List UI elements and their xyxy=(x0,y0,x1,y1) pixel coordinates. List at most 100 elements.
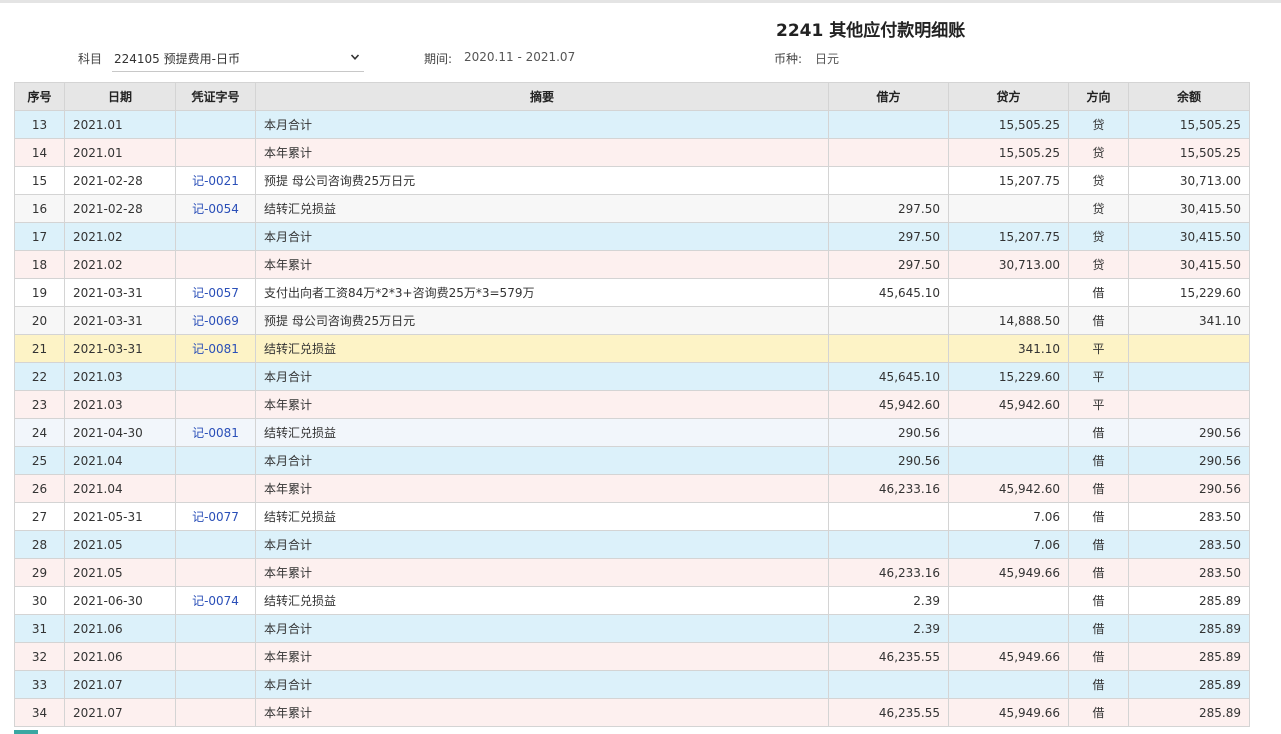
cell-balance: 15,229.60 xyxy=(1128,278,1250,307)
currency-label: 币种: xyxy=(774,52,803,66)
cell-date: 2021-03-31 xyxy=(64,278,176,307)
cell-balance xyxy=(1128,390,1250,419)
table-row[interactable]: 28 2021.05 本月合计 7.06 借 283.50 xyxy=(14,530,1250,559)
cell-credit: 45,949.66 xyxy=(948,642,1069,671)
cell-seq: 34 xyxy=(14,698,65,727)
header-direction[interactable]: 方向 xyxy=(1068,82,1129,111)
header-seq[interactable]: 序号 xyxy=(14,82,65,111)
table-row[interactable]: 23 2021.03 本年累计 45,942.60 45,942.60 平 xyxy=(14,390,1250,419)
header-date[interactable]: 日期 xyxy=(64,82,176,111)
cell-debit xyxy=(828,138,949,167)
cell-seq: 19 xyxy=(14,278,65,307)
cell-date: 2021-03-31 xyxy=(64,334,176,363)
cell-credit: 341.10 xyxy=(948,334,1069,363)
voucher-link xyxy=(175,474,256,503)
header-credit[interactable]: 贷方 xyxy=(948,82,1069,111)
ledger-body: 13 2021.01 本月合计 15,505.25 贷 15,505.25 14 2021.0… xyxy=(14,110,1250,727)
subject-select[interactable]: 224105 预提费用-日币 xyxy=(112,44,364,72)
cell-summary: 本年累计 xyxy=(255,698,829,727)
voucher-link xyxy=(175,250,256,279)
cell-date: 2021-03-31 xyxy=(64,306,176,335)
cell-debit xyxy=(828,670,949,699)
table-row[interactable]: 34 2021.07 本年累计 46,235.55 45,949.66 借 285.89 xyxy=(14,698,1250,727)
header-debit[interactable]: 借方 xyxy=(828,82,949,111)
voucher-link xyxy=(175,390,256,419)
cell-direction: 贷 xyxy=(1068,222,1129,251)
table-row[interactable]: 15 2021-02-28 记-0021 预提 母公司咨询费25万日元 15,207.7… xyxy=(14,166,1250,195)
cell-balance: 285.89 xyxy=(1128,586,1250,615)
table-row[interactable]: 20 2021-03-31 记-0069 预提 母公司咨询费25万日元 14,888.5… xyxy=(14,306,1250,335)
voucher-link xyxy=(175,698,256,727)
cell-credit: 45,942.60 xyxy=(948,390,1069,419)
cell-summary: 预提 母公司咨询费25万日元 xyxy=(255,166,829,195)
voucher-link xyxy=(175,362,256,391)
cell-seq: 15 xyxy=(14,166,65,195)
header-voucher[interactable]: 凭证字号 xyxy=(175,82,256,111)
voucher-link[interactable]: 记-0054 xyxy=(175,194,256,223)
voucher-link[interactable]: 记-0021 xyxy=(175,166,256,195)
voucher-link[interactable]: 记-0069 xyxy=(175,306,256,335)
cell-seq: 26 xyxy=(14,474,65,503)
cell-seq: 32 xyxy=(14,642,65,671)
voucher-link[interactable]: 记-0057 xyxy=(175,278,256,307)
cell-direction: 借 xyxy=(1068,446,1129,475)
cell-balance: 290.56 xyxy=(1128,474,1250,503)
header-summary[interactable]: 摘要 xyxy=(255,82,829,111)
cell-credit xyxy=(948,418,1069,447)
cell-credit xyxy=(948,278,1069,307)
cell-credit: 7.06 xyxy=(948,530,1069,559)
cell-balance: 15,505.25 xyxy=(1128,110,1250,139)
cell-debit: 297.50 xyxy=(828,250,949,279)
cell-debit xyxy=(828,334,949,363)
cell-summary: 本月合计 xyxy=(255,446,829,475)
table-row[interactable]: 30 2021-06-30 记-0074 结转汇兑损益 2.39 借 285.89 xyxy=(14,586,1250,615)
table-row[interactable]: 33 2021.07 本月合计 借 285.89 xyxy=(14,670,1250,699)
table-row[interactable]: 22 2021.03 本月合计 45,645.10 15,229.60 平 xyxy=(14,362,1250,391)
table-row[interactable]: 13 2021.01 本月合计 15,505.25 贷 15,505.25 xyxy=(14,110,1250,139)
cell-date: 2021.06 xyxy=(64,614,176,643)
table-row[interactable]: 32 2021.06 本年累计 46,235.55 45,949.66 借 285.89 xyxy=(14,642,1250,671)
cell-debit xyxy=(828,166,949,195)
cell-direction: 平 xyxy=(1068,390,1129,419)
cell-date: 2021.04 xyxy=(64,474,176,503)
table-row[interactable]: 27 2021-05-31 记-0077 结转汇兑损益 7.06 借 283.50 xyxy=(14,502,1250,531)
bottom-scroll-tab[interactable] xyxy=(14,730,38,734)
table-row[interactable]: 29 2021.05 本年累计 46,233.16 45,949.66 借 283.50 xyxy=(14,558,1250,587)
table-row[interactable]: 16 2021-02-28 记-0054 结转汇兑损益 297.50 贷 30,415.50 xyxy=(14,194,1250,223)
cell-direction: 借 xyxy=(1068,418,1129,447)
table-row[interactable]: 24 2021-04-30 记-0081 结转汇兑损益 290.56 借 290.56 xyxy=(14,418,1250,447)
cell-direction: 贷 xyxy=(1068,110,1129,139)
cell-date: 2021-02-28 xyxy=(64,194,176,223)
cell-summary: 本年累计 xyxy=(255,558,829,587)
header-balance[interactable]: 余额 xyxy=(1128,82,1250,111)
voucher-link xyxy=(175,446,256,475)
voucher-link[interactable]: 记-0081 xyxy=(175,418,256,447)
cell-summary: 结转汇兑损益 xyxy=(255,502,829,531)
table-row[interactable]: 18 2021.02 本年累计 297.50 30,713.00 贷 30,415.50 xyxy=(14,250,1250,279)
table-row[interactable]: 25 2021.04 本月合计 290.56 借 290.56 xyxy=(14,446,1250,475)
cell-balance: 283.50 xyxy=(1128,558,1250,587)
table-row[interactable]: 31 2021.06 本月合计 2.39 借 285.89 xyxy=(14,614,1250,643)
cell-balance: 285.89 xyxy=(1128,642,1250,671)
cell-seq: 14 xyxy=(14,138,65,167)
cell-summary: 结转汇兑损益 xyxy=(255,586,829,615)
table-row[interactable]: 14 2021.01 本年累计 15,505.25 贷 15,505.25 xyxy=(14,138,1250,167)
cell-summary: 结转汇兑损益 xyxy=(255,334,829,363)
table-row[interactable]: 19 2021-03-31 记-0057 支付出向者工资84万*2*3+咨询费25万*… xyxy=(14,278,1250,307)
cell-seq: 27 xyxy=(14,502,65,531)
currency-value: 日元 xyxy=(815,52,840,66)
voucher-link[interactable]: 记-0077 xyxy=(175,502,256,531)
cell-direction: 平 xyxy=(1068,362,1129,391)
cell-credit: 14,888.50 xyxy=(948,306,1069,335)
table-row[interactable]: 26 2021.04 本年累计 46,233.16 45,942.60 借 290.56 xyxy=(14,474,1250,503)
table-row[interactable]: 17 2021.02 本月合计 297.50 15,207.75 贷 30,415.50 xyxy=(14,222,1250,251)
cell-credit: 15,207.75 xyxy=(948,166,1069,195)
cell-seq: 16 xyxy=(14,194,65,223)
cell-seq: 17 xyxy=(14,222,65,251)
voucher-link[interactable]: 记-0081 xyxy=(175,334,256,363)
cell-summary: 本月合计 xyxy=(255,670,829,699)
cell-direction: 借 xyxy=(1068,278,1129,307)
table-row[interactable]: 21 2021-03-31 记-0081 结转汇兑损益 341.10 平 xyxy=(14,334,1250,363)
cell-date: 2021.06 xyxy=(64,642,176,671)
voucher-link[interactable]: 记-0074 xyxy=(175,586,256,615)
